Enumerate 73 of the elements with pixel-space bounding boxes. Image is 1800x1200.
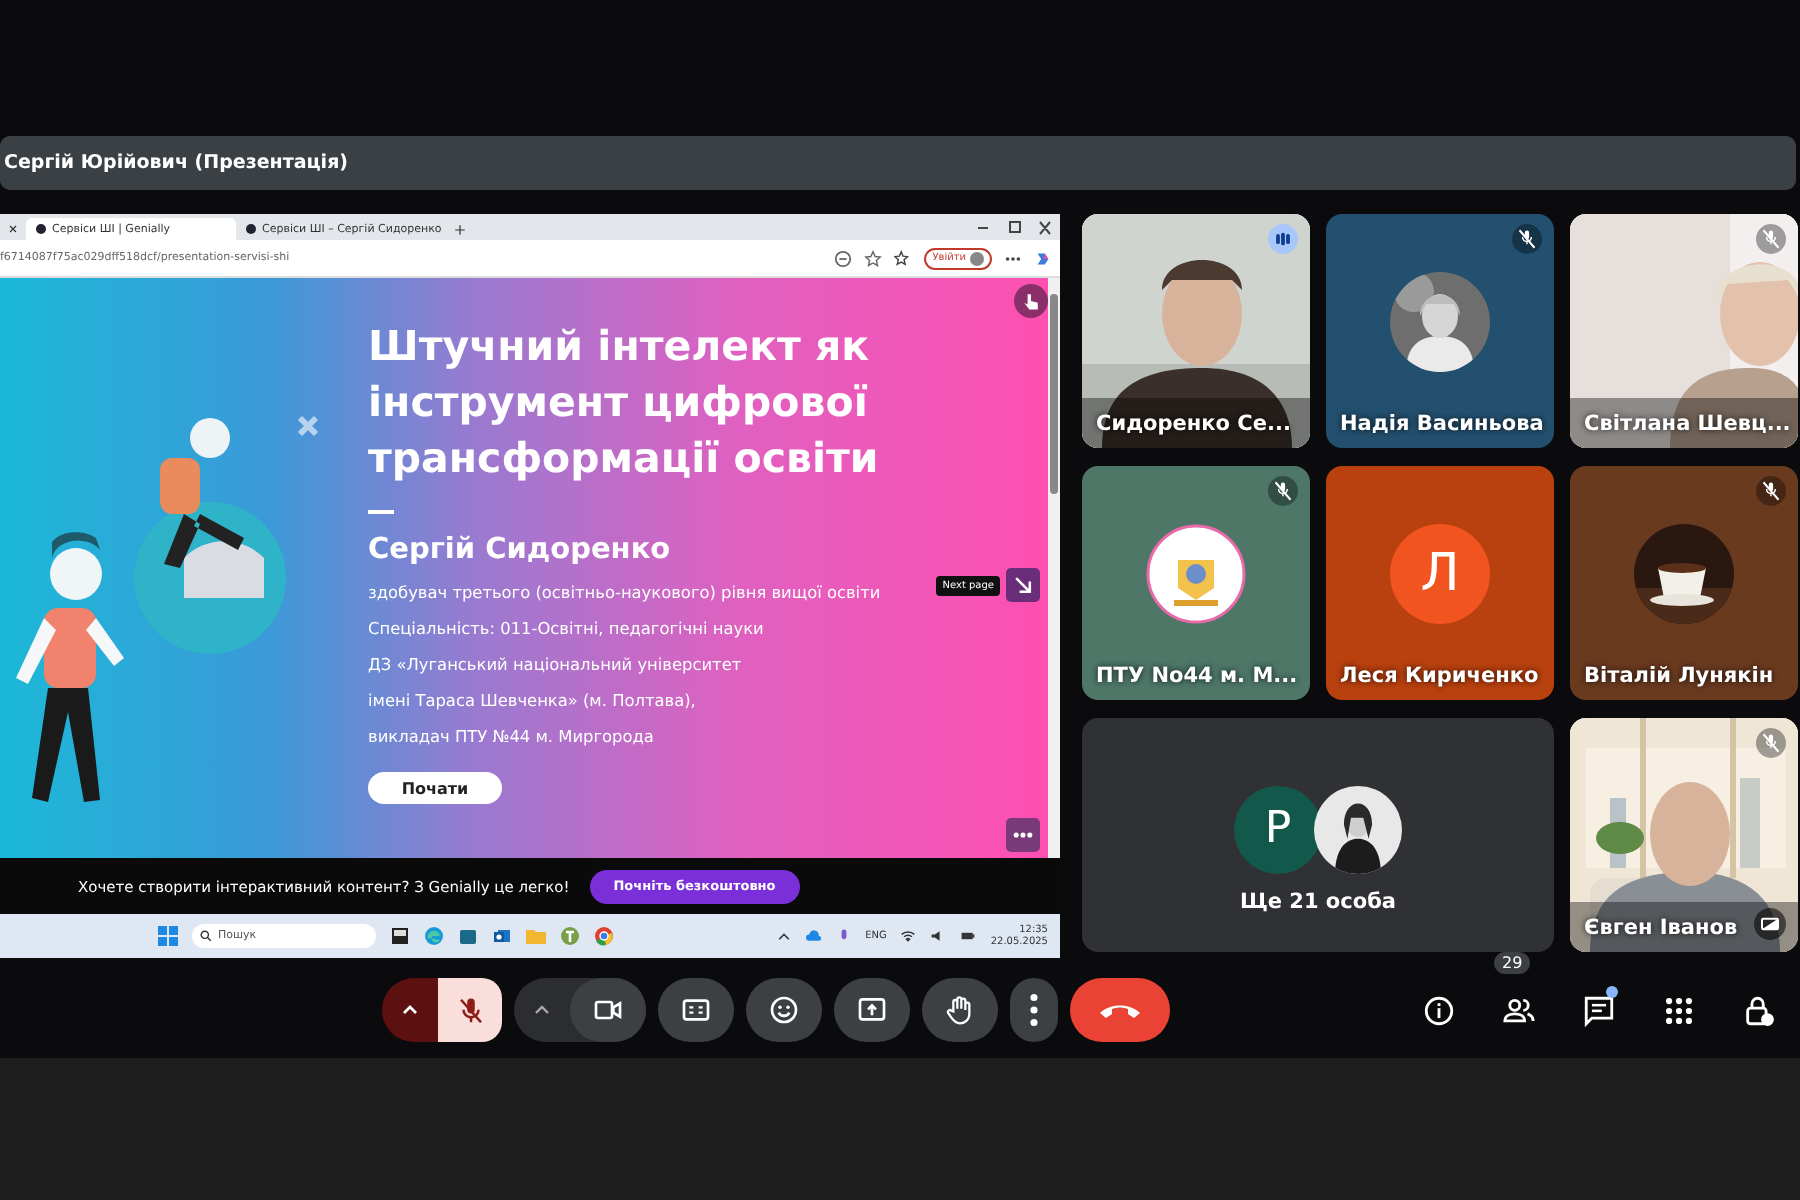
- zoom-out-icon[interactable]: [834, 249, 853, 267]
- wifi-icon[interactable]: [900, 928, 917, 944]
- slide-text-line: здобувач третього (освітньо-наукового) рівня вищої освіти: [368, 580, 881, 606]
- lock-icon: [1741, 993, 1775, 1027]
- camera-button[interactable]: [570, 978, 646, 1042]
- raise-hand-button[interactable]: [922, 978, 998, 1042]
- next-page-button[interactable]: [1006, 568, 1040, 602]
- people-icon: [1501, 993, 1535, 1027]
- slide-title: Штучний інтелект як інструмент цифрової трансформації освіти: [368, 320, 881, 486]
- participant-name: Надія Васиньова: [1340, 412, 1544, 436]
- participant-tile[interactable]: Євген Іванов: [1570, 718, 1798, 952]
- participant-tile[interactable]: Віталій Лунякін: [1570, 466, 1798, 700]
- presenter-title: Сергій Юрійович (Презентація): [4, 152, 349, 174]
- hand-pointer-icon[interactable]: [1014, 284, 1048, 318]
- screen-upload-icon: [856, 994, 888, 1026]
- author-name: Сергій Сидоренко: [368, 534, 673, 566]
- windows-start-icon[interactable]: [158, 926, 178, 946]
- hang-up-button[interactable]: [1070, 978, 1170, 1042]
- hand-icon: [944, 994, 976, 1026]
- captions-icon: [680, 994, 712, 1026]
- participant-tile[interactable]: Світлана Шевц...: [1570, 214, 1798, 448]
- slide-text-line: ДЗ «Луганський національний університет: [368, 652, 742, 678]
- participant-tile[interactable]: ПТУ No44 м. М...: [1082, 466, 1310, 700]
- avatar-initial: Р: [1234, 785, 1322, 873]
- battery-icon[interactable]: [960, 928, 977, 944]
- new-tab-icon[interactable]: [454, 224, 466, 236]
- scrollbar[interactable]: [1048, 278, 1060, 858]
- participant-name: Ще 21 особа: [1239, 889, 1397, 913]
- slide-text-line: імені Тараса Шевченка» (м. Полтава),: [368, 688, 696, 714]
- present-screen-button[interactable]: [834, 978, 910, 1042]
- copilot-icon[interactable]: [1034, 249, 1052, 267]
- participant-name: Віталій Лунякін: [1584, 664, 1774, 688]
- grid-icon: [1661, 993, 1695, 1027]
- favorites-icon[interactable]: [894, 249, 913, 267]
- muted-microphone-icon: [455, 995, 485, 1025]
- participant-name: Світлана Шевц...: [1584, 412, 1791, 436]
- torrent-icon[interactable]: [560, 926, 580, 946]
- frame-icon[interactable]: [1754, 908, 1786, 940]
- logo-icon: [1146, 523, 1246, 623]
- chevron-up-icon[interactable]: [775, 928, 792, 944]
- captions-button[interactable]: [658, 978, 734, 1042]
- microphone-button[interactable]: [438, 978, 502, 1042]
- close-icon[interactable]: [8, 224, 18, 234]
- participant-tile[interactable]: Р Ще 21 особа: [1082, 718, 1554, 952]
- edge-icon[interactable]: [424, 926, 444, 946]
- star-icon[interactable]: [864, 249, 883, 267]
- participant-name: Леся Кириченко: [1340, 664, 1539, 688]
- participant-tile[interactable]: Сидоренко Се...: [1082, 214, 1310, 448]
- cloud-icon[interactable]: [805, 928, 822, 944]
- smiley-icon: [768, 994, 800, 1026]
- store-icon[interactable]: [458, 926, 478, 946]
- more-icon: [1030, 994, 1038, 1026]
- more-options-button[interactable]: [1010, 978, 1058, 1042]
- emoji-button[interactable]: [746, 978, 822, 1042]
- participant-tile[interactable]: Л Леся Кириченко: [1326, 466, 1554, 700]
- start-button[interactable]: Почати: [368, 772, 502, 804]
- participant-name: Євген Іванов: [1584, 916, 1738, 940]
- more-icon[interactable]: [1006, 818, 1040, 852]
- participant-name: Сидоренко Се...: [1096, 412, 1291, 436]
- participant-tile[interactable]: Надія Васиньова: [1326, 214, 1554, 448]
- chrome-icon[interactable]: [594, 926, 614, 946]
- window-controls-icon[interactable]: [974, 218, 1054, 238]
- slide-text-line: викладач ПТУ №44 м. Миргорода: [368, 724, 654, 750]
- participant-name: ПТУ No44 м. М...: [1096, 664, 1298, 688]
- phone-icon: [1100, 1003, 1140, 1017]
- participant-count-badge: 29: [1494, 952, 1531, 974]
- info-icon: [1421, 993, 1455, 1027]
- slide-text-line: Спеціальність: 011-Освітні, педагогічні науки: [368, 616, 764, 642]
- chat-icon: [1581, 993, 1615, 1027]
- avatar-initial: Л: [1390, 523, 1490, 623]
- task-view-icon[interactable]: [390, 926, 410, 946]
- search-icon: [200, 930, 212, 942]
- outlook-icon[interactable]: [492, 926, 512, 946]
